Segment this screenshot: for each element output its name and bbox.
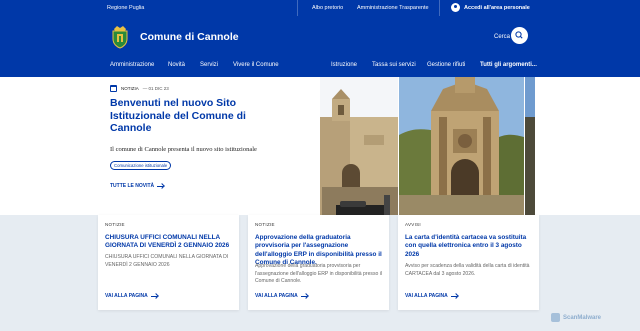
card-category: NOTIZIE — [255, 222, 275, 227]
nav-gestione-rifiuti[interactable]: Gestione rifiuti — [427, 62, 465, 68]
card-category: NOTIZIE — [105, 222, 125, 227]
nav-istruzione[interactable]: Istruzione — [331, 62, 357, 68]
nav-tutti-gli-argomenti[interactable]: Tutti gli argomenti... — [480, 62, 537, 68]
albo-pretorio-link[interactable]: Albo pretorio — [312, 5, 343, 11]
search-button[interactable] — [511, 27, 528, 44]
login-label: Accedi all'area personale — [464, 4, 530, 11]
nav-servizi[interactable]: Servizi — [200, 62, 218, 68]
hero-photo-facade — [399, 77, 524, 215]
nav-vivere-il-comune[interactable]: Vivere il Comune — [233, 62, 279, 68]
card-link-label: VAI ALLA PAGINA — [105, 293, 148, 299]
news-date: — 01 DIC 23 — [142, 86, 169, 91]
card-description: CHIUSURA UFFICI COMUNALI NELLA GIORNATA … — [105, 254, 229, 268]
all-news-link[interactable]: TUTTE LE NOVITÀ — [110, 183, 164, 189]
calendar-icon — [110, 85, 117, 92]
hero-description: Il comune di Cannole presenta il nuovo s… — [110, 146, 257, 153]
news-meta: NOTIZIA — 01 DIC 23 — [110, 85, 169, 92]
login-button[interactable]: Accedi all'area personale — [451, 3, 530, 12]
hero-photo-church — [320, 77, 398, 215]
notice-card[interactable]: AVVISI La carta d'identità cartacea va s… — [398, 215, 539, 310]
search-icon — [515, 31, 523, 39]
nav-amministrazione[interactable]: Amministrazione — [110, 62, 154, 68]
card-title[interactable]: CHIUSURA UFFICI COMUNALI NELLA GIORNATA … — [105, 234, 235, 251]
amministrazione-trasparente-link[interactable]: Amministrazione Trasparente — [357, 5, 429, 11]
arrow-right-icon — [157, 184, 164, 189]
card-link-label: VAI ALLA PAGINA — [405, 293, 448, 299]
site-header: Comune di Cannole Cerca Amministrazione … — [0, 16, 640, 77]
news-card[interactable]: NOTIZIE CHIUSURA UFFICI COMUNALI NELLA G… — [98, 215, 239, 310]
news-badge: NOTIZIA — [121, 86, 139, 91]
card-description: Approvazione della graduatoria provvisor… — [255, 263, 383, 285]
news-card[interactable]: NOTIZIE Approvazione della graduatoria p… — [248, 215, 389, 310]
card-link[interactable]: VAI ALLA PAGINA — [105, 293, 158, 299]
card-link[interactable]: VAI ALLA PAGINA — [405, 293, 458, 299]
hero-photo-partial — [525, 77, 535, 215]
topic-chip[interactable]: Comunicazione istituzionale — [110, 161, 172, 170]
hero-title[interactable]: Benvenuti nel nuovo Sito Istituzionale d… — [110, 97, 260, 135]
divider — [439, 0, 440, 16]
region-link[interactable]: Regione Puglia — [107, 5, 144, 11]
arrow-right-icon — [450, 294, 458, 299]
card-link[interactable]: VAI ALLA PAGINA — [255, 293, 308, 299]
nav-tassa-sui-servizi[interactable]: Tassa sui servizi — [372, 62, 416, 68]
card-description: Avviso per scadenza della validità della… — [405, 263, 530, 277]
shield-icon — [551, 313, 560, 322]
top-bar: Regione Puglia Albo pretorio Amministraz… — [0, 0, 640, 16]
site-title[interactable]: Comune di Cannole — [140, 31, 239, 43]
watermark: ScanMalware — [551, 313, 601, 322]
watermark-text: ScanMalware — [563, 314, 602, 321]
user-icon — [451, 3, 460, 12]
search-label: Cerca — [494, 34, 511, 40]
nav-novita[interactable]: Novità — [168, 62, 185, 68]
card-category: AVVISI — [405, 222, 421, 227]
card-link-label: VAI ALLA PAGINA — [255, 293, 298, 299]
city-crest-icon — [112, 26, 128, 49]
arrow-right-icon — [150, 294, 158, 299]
all-news-label: TUTTE LE NOVITÀ — [110, 183, 155, 189]
card-title[interactable]: La carta d'identità cartacea va sostitui… — [405, 234, 535, 259]
arrow-right-icon — [300, 294, 308, 299]
divider — [297, 0, 298, 16]
